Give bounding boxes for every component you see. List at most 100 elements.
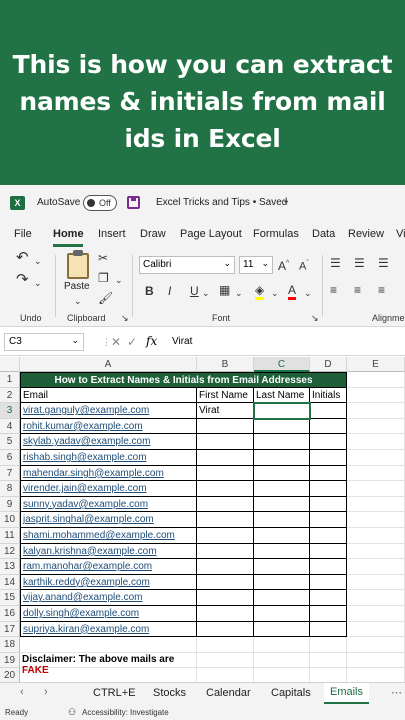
cell[interactable]	[310, 450, 347, 466]
cell[interactable]	[197, 450, 254, 466]
sheet-tab-ctrl-e[interactable]: CTRL+E	[93, 687, 136, 699]
italic-button[interactable]: I	[168, 284, 171, 298]
cell[interactable]	[310, 606, 347, 622]
cell[interactable]	[347, 528, 405, 544]
row-header[interactable]: 2	[0, 387, 20, 404]
cell[interactable]	[254, 528, 310, 544]
save-icon[interactable]	[127, 196, 140, 209]
cell[interactable]	[347, 512, 405, 528]
fill-color-dropdown-icon[interactable]: ⌄	[271, 286, 279, 300]
tab-draw[interactable]: Draw	[140, 228, 166, 240]
cell[interactable]	[310, 590, 347, 606]
chevron-right-icon[interactable]: ›	[44, 686, 48, 698]
cell[interactable]	[310, 637, 347, 653]
autosave-toggle[interactable]: Off	[83, 195, 117, 211]
email-cell[interactable]: sunny.yadav@example.com	[20, 496, 197, 513]
cell[interactable]	[197, 465, 254, 482]
undo-icon[interactable]: ↶	[16, 250, 29, 265]
cell[interactable]	[254, 434, 310, 450]
cell[interactable]	[310, 574, 347, 591]
align-bottom-icon[interactable]: ☰	[378, 256, 389, 270]
cell[interactable]	[310, 621, 347, 638]
align-middle-icon[interactable]: ☰	[354, 256, 365, 270]
paste-dropdown-icon[interactable]: ⌄	[74, 294, 82, 308]
column-header-e[interactable]: E	[347, 357, 405, 372]
cell[interactable]	[310, 403, 347, 419]
row-header[interactable]: 1	[0, 372, 20, 388]
row-header[interactable]: 9	[0, 496, 20, 513]
cell[interactable]	[347, 465, 405, 482]
cell[interactable]	[347, 481, 405, 497]
row-header[interactable]: 13	[0, 559, 20, 575]
cell[interactable]	[197, 496, 254, 513]
copy-dropdown-icon[interactable]: ⌄	[115, 273, 123, 287]
row-header[interactable]: 16	[0, 606, 20, 622]
row-header[interactable]: 17	[0, 621, 20, 638]
cell[interactable]	[197, 512, 254, 528]
cell[interactable]	[347, 621, 405, 638]
sheet-tab-calendar[interactable]: Calendar	[206, 687, 251, 699]
email-cell[interactable]: rishab.singh@example.com	[20, 450, 197, 466]
cell[interactable]	[254, 512, 310, 528]
font-name-select[interactable]: Calibri ⌄	[139, 256, 235, 274]
copy-icon[interactable]: ❐	[98, 271, 109, 285]
row-header[interactable]: 11	[0, 528, 20, 544]
document-title[interactable]: Excel Tricks and Tips • Saved	[156, 197, 287, 208]
email-cell[interactable]: rohit.kumar@example.com	[20, 418, 197, 435]
cell[interactable]	[254, 574, 310, 591]
column-header-d[interactable]: D	[310, 357, 347, 372]
cell[interactable]	[254, 543, 310, 560]
cell[interactable]	[347, 403, 405, 419]
column-header-b[interactable]: B	[197, 357, 254, 372]
font-color-icon[interactable]: A	[288, 283, 297, 300]
enter-icon[interactable]: ✓	[127, 335, 137, 349]
align-center-icon[interactable]: ≡	[354, 283, 361, 297]
cell[interactable]	[254, 606, 310, 622]
row-header[interactable]: 3	[0, 403, 20, 419]
table-title-cell[interactable]: How to Extract Names & Initials from Ema…	[20, 372, 347, 388]
cell[interactable]	[347, 559, 405, 575]
email-cell[interactable]: supriya.kiran@example.com	[20, 621, 197, 638]
cell[interactable]	[254, 621, 310, 638]
email-cell[interactable]: mahendar.singh@example.com	[20, 465, 197, 482]
borders-icon[interactable]: ▦	[219, 283, 230, 297]
borders-dropdown-icon[interactable]: ⌄	[235, 286, 243, 300]
tab-insert[interactable]: Insert	[98, 228, 126, 240]
bold-button[interactable]: B	[145, 284, 154, 298]
cut-icon[interactable]: ✂	[98, 251, 108, 265]
underline-dropdown-icon[interactable]: ⌄	[202, 286, 210, 300]
cell[interactable]	[347, 574, 405, 591]
row-header[interactable]: 4	[0, 418, 20, 435]
tab-file[interactable]: File	[14, 228, 32, 240]
row-header[interactable]: 5	[0, 434, 20, 450]
table-header-cell[interactable]: Email	[20, 387, 197, 404]
select-all-corner[interactable]	[0, 357, 20, 372]
email-cell[interactable]: virat.ganguly@example.com	[20, 403, 197, 419]
undo-dropdown-icon[interactable]: ⌄	[34, 254, 42, 268]
email-cell[interactable]: ram.manohar@example.com	[20, 559, 197, 575]
cell[interactable]	[310, 543, 347, 560]
cell[interactable]	[197, 574, 254, 591]
chevron-down-icon[interactable]: ⌄	[282, 195, 290, 206]
cell[interactable]	[310, 528, 347, 544]
tab-home[interactable]: Home	[53, 228, 84, 240]
cell[interactable]	[254, 418, 310, 435]
row-header[interactable]: 18	[0, 637, 20, 653]
cell[interactable]	[347, 450, 405, 466]
insert-function-icon[interactable]: fx	[146, 334, 157, 348]
cell[interactable]	[347, 372, 405, 388]
cell[interactable]	[197, 637, 254, 653]
chevron-left-icon[interactable]: ‹	[20, 686, 24, 698]
more-sheets-icon[interactable]: ⋯	[391, 686, 402, 699]
table-header-cell[interactable]: Initials	[310, 387, 347, 404]
align-top-icon[interactable]: ☰	[330, 256, 341, 270]
font-size-select[interactable]: 11 ⌄	[239, 256, 273, 274]
clipboard-launcher-icon[interactable]: ↘	[121, 311, 129, 325]
fill-color-icon[interactable]: ◈	[255, 283, 265, 300]
more-options-icon[interactable]: ⋮	[102, 335, 111, 349]
paste-button[interactable]: Paste	[64, 281, 90, 292]
cell[interactable]	[310, 481, 347, 497]
cell[interactable]	[254, 652, 310, 669]
cell[interactable]	[197, 590, 254, 606]
font-color-dropdown-icon[interactable]: ⌄	[304, 286, 312, 300]
